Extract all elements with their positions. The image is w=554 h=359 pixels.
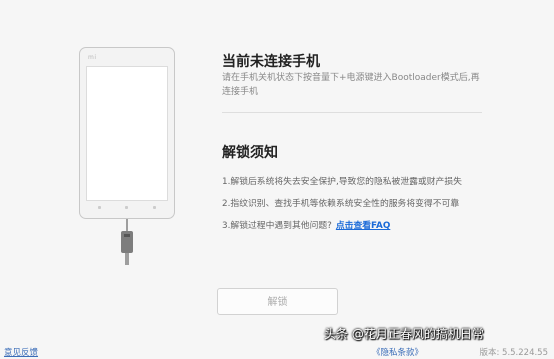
usb-plug-icon	[121, 231, 133, 253]
unlock-button[interactable]: 解锁	[217, 288, 338, 315]
version-label: 版本: 5.5.224.55	[479, 348, 548, 358]
phone-screen	[86, 66, 168, 201]
notice-item-3: 3.解锁过程中遇到其他问题? 点击查看FAQ	[222, 218, 390, 231]
back-key-icon	[152, 205, 156, 209]
notice-item-2: 2.指纹识别、查找手机等依赖系统安全性的服务将变得不可靠	[222, 199, 460, 209]
privacy-link[interactable]: 《隐私条款》	[372, 346, 423, 358]
usb-cable	[126, 219, 128, 231]
faq-link[interactable]: 点击查看FAQ	[336, 221, 390, 231]
watermark-text: 头条 @花月正春风的搞机日常	[324, 327, 484, 341]
home-key-icon	[125, 205, 129, 209]
phone-nav-buttons	[86, 202, 168, 212]
notice-item-3-text: 3.解锁过程中遇到其他问题?	[222, 221, 332, 231]
divider	[222, 112, 482, 113]
phone-illustration: mi	[79, 47, 175, 219]
connection-status-title: 当前未连接手机	[222, 54, 320, 70]
mi-logo: mi	[88, 54, 97, 61]
menu-key-icon	[98, 205, 102, 209]
feedback-link[interactable]: 意见反馈	[4, 346, 38, 358]
usb-cable-tip	[125, 253, 129, 265]
notice-item-1: 1.解锁后系统将失去安全保护,导致您的隐私被泄露或财产损失	[222, 177, 462, 187]
unlock-notice-title: 解锁须知	[222, 145, 278, 161]
connection-instructions: 请在手机关机状态下按音量下+电源键进入Bootloader模式后,再连接手机	[222, 73, 480, 97]
